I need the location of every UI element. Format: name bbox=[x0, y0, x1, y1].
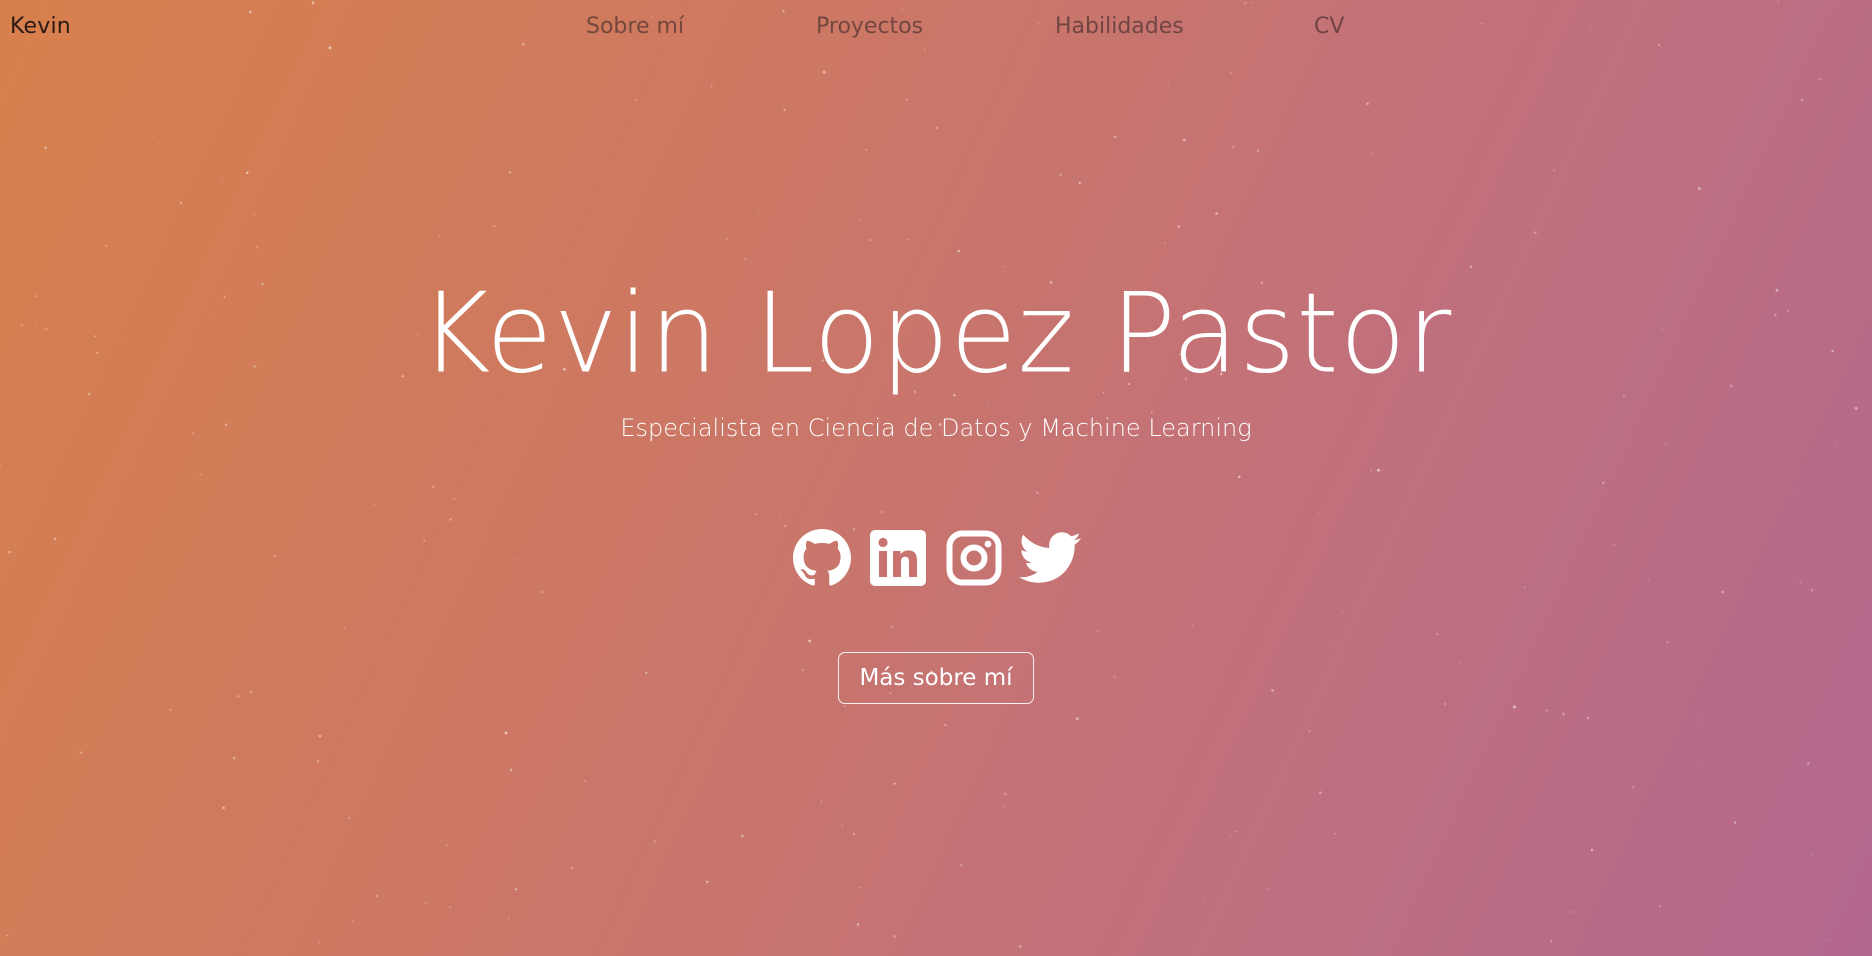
top-navigation: Sobre mí Proyectos Habilidades CV bbox=[0, 14, 1872, 46]
hero-section: Kevin Lopez Pastor Especialista en Cienc… bbox=[0, 270, 1872, 442]
more-about-me-button[interactable]: Más sobre mí bbox=[838, 652, 1034, 704]
hero-subtitle: Especialista en Ciencia de Datos y Machi… bbox=[620, 414, 1252, 442]
nav-link-cv[interactable]: CV bbox=[1314, 14, 1344, 39]
hero-title: Kevin Lopez Pastor bbox=[419, 270, 1453, 399]
linkedin-link[interactable] bbox=[868, 528, 928, 588]
instagram-icon bbox=[946, 530, 1002, 586]
nav-link-habilidades[interactable]: Habilidades bbox=[1055, 14, 1184, 39]
github-link[interactable] bbox=[792, 528, 852, 588]
github-icon bbox=[793, 529, 851, 587]
instagram-link[interactable] bbox=[944, 528, 1004, 588]
nav-link-proyectos[interactable]: Proyectos bbox=[816, 14, 923, 39]
twitter-icon bbox=[1019, 532, 1081, 584]
nav-link-sobre-mi[interactable]: Sobre mí bbox=[586, 14, 684, 39]
cta-container: Más sobre mí bbox=[0, 652, 1872, 704]
social-links bbox=[0, 528, 1872, 588]
starfield-background bbox=[0, 0, 1872, 956]
linkedin-icon bbox=[870, 530, 926, 586]
twitter-link[interactable] bbox=[1019, 528, 1081, 588]
